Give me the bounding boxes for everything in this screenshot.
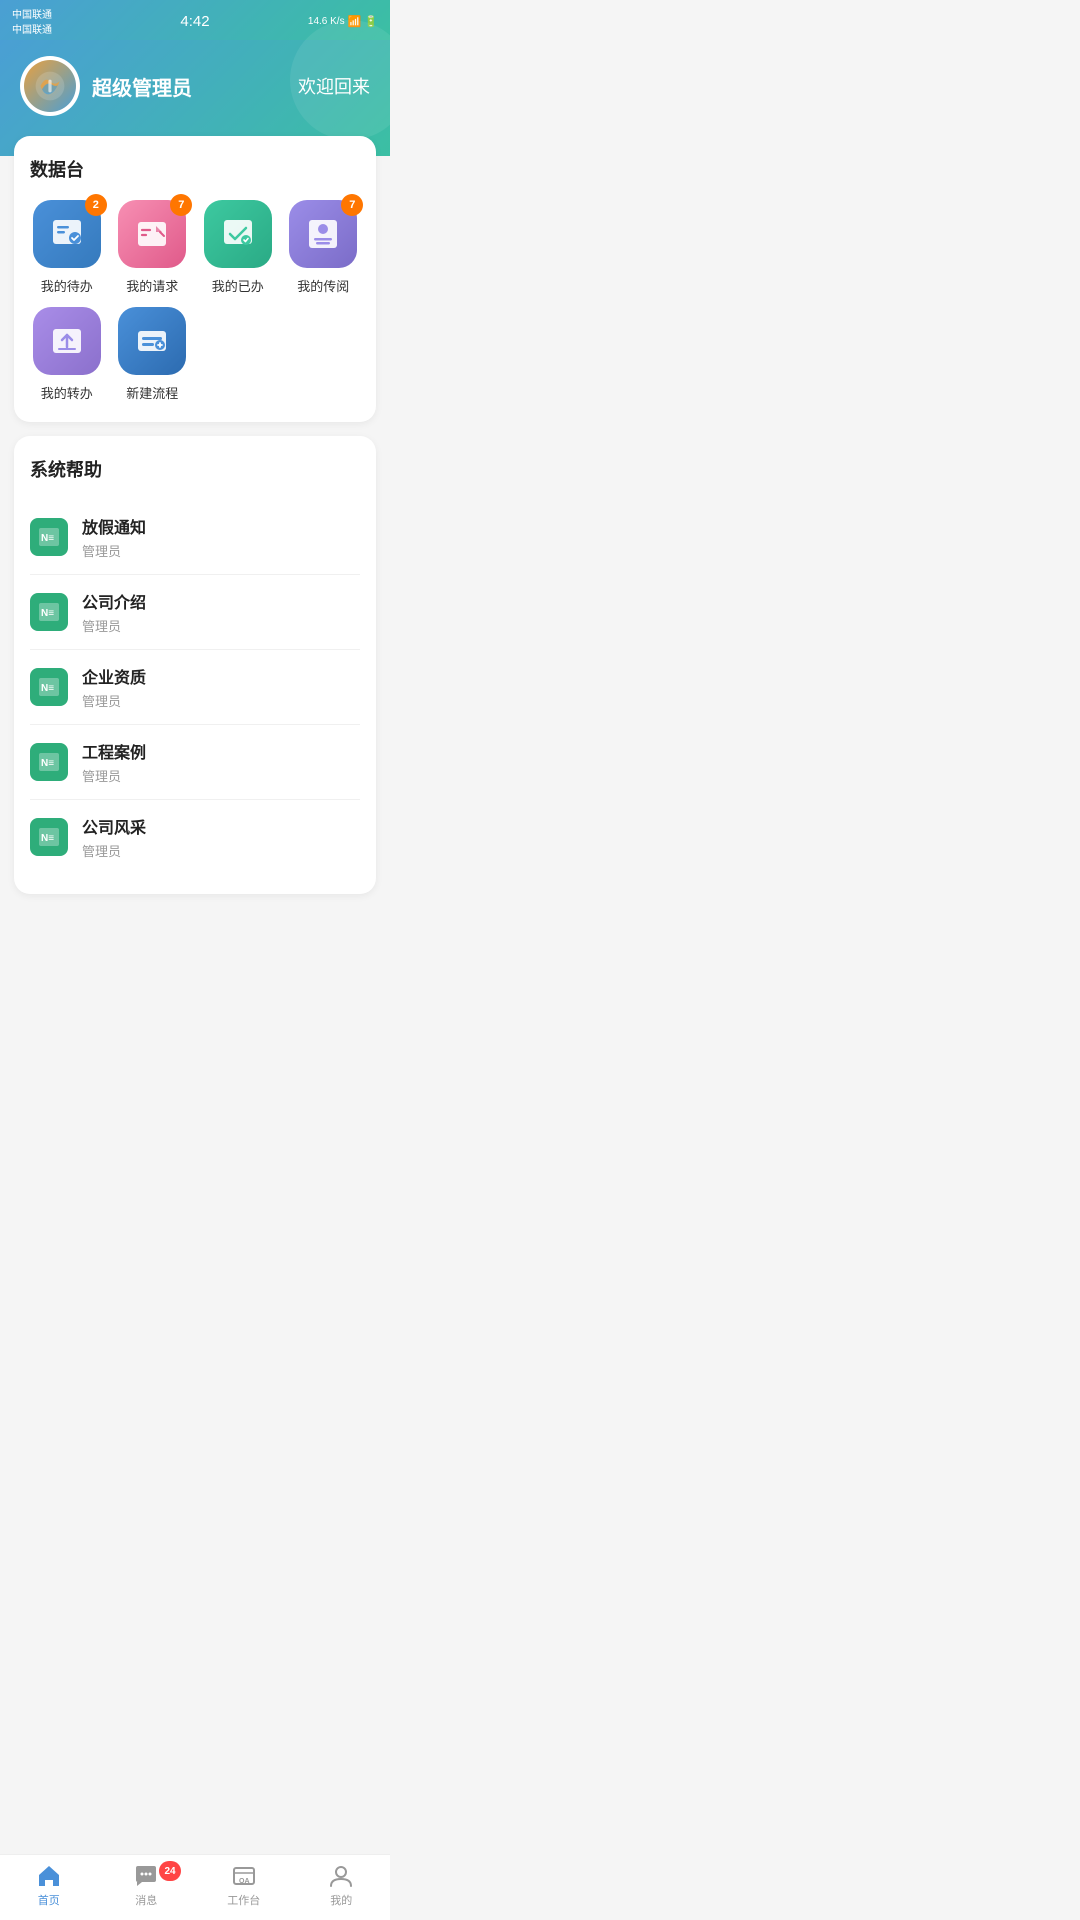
help-icon-culture: N≡ <box>30 818 68 856</box>
pending-icon-box: 2 <box>33 200 101 268</box>
main-content: 数据台 2 我的待办 <box>0 136 390 992</box>
workbench-label: 工作台 <box>227 1892 260 1908</box>
help-section-title: 系统帮助 <box>30 456 360 482</box>
message-icon <box>133 1863 159 1889</box>
nav-message[interactable]: 24 消息 <box>98 1863 196 1908</box>
holiday-sub: 管理员 <box>82 541 146 560</box>
new-flow-item[interactable]: 新建流程 <box>116 307 190 402</box>
project-title: 工程案例 <box>82 739 146 763</box>
circulate-item[interactable]: 7 我的传阅 <box>287 200 361 295</box>
carrier-info: 中国联通 中国联通 <box>12 6 52 36</box>
pending-item[interactable]: 2 我的待办 <box>30 200 104 295</box>
svg-text:N≡: N≡ <box>41 683 54 694</box>
nav-mine[interactable]: 我的 <box>293 1863 391 1908</box>
request-icon-box: 7 <box>118 200 186 268</box>
data-section-title: 数据台 <box>30 156 360 182</box>
help-item-intro[interactable]: N≡ 公司介绍 管理员 <box>30 575 360 650</box>
svg-text:OA: OA <box>239 1878 250 1885</box>
new-flow-icon-box <box>118 307 186 375</box>
circulate-badge: 7 <box>341 194 363 216</box>
circulate-icon-box: 7 <box>289 200 357 268</box>
intro-title: 公司介绍 <box>82 589 146 613</box>
culture-title: 公司风采 <box>82 814 146 838</box>
help-item-project[interactable]: N≡ 工程案例 管理员 <box>30 725 360 800</box>
welcome-text: 欢迎回来 <box>298 73 370 99</box>
svg-text:N≡: N≡ <box>41 833 54 844</box>
request-badge: 7 <box>170 194 192 216</box>
avatar[interactable] <box>20 56 80 116</box>
home-label: 首页 <box>38 1892 60 1908</box>
culture-sub: 管理员 <box>82 841 146 860</box>
nav-home[interactable]: 首页 <box>0 1863 98 1908</box>
done-label: 我的已办 <box>212 276 264 295</box>
svg-text:N≡: N≡ <box>41 608 54 619</box>
data-dashboard-card: 数据台 2 我的待办 <box>14 136 376 422</box>
help-icon-qualify: N≡ <box>30 668 68 706</box>
mine-icon <box>328 1863 354 1889</box>
help-icon-project: N≡ <box>30 743 68 781</box>
svg-text:N≡: N≡ <box>41 533 54 544</box>
transfer-icon-box <box>33 307 101 375</box>
qualify-sub: 管理员 <box>82 691 146 710</box>
help-icon-holiday: N≡ <box>30 518 68 556</box>
help-item-qualify[interactable]: N≡ 企业资质 管理员 <box>30 650 360 725</box>
nav-workbench[interactable]: OA 工作台 <box>195 1863 293 1908</box>
intro-sub: 管理员 <box>82 616 146 635</box>
help-item-culture[interactable]: N≡ 公司风采 管理员 <box>30 800 360 874</box>
help-list: N≡ 放假通知 管理员 N≡ 公司介绍 管理员 <box>30 500 360 874</box>
help-text-qualify: 企业资质 管理员 <box>82 664 146 710</box>
done-icon-box <box>204 200 272 268</box>
workbench-icon: OA <box>231 1863 257 1889</box>
message-badge: 24 <box>159 1861 181 1881</box>
transfer-label: 我的转办 <box>41 383 93 402</box>
qualify-title: 企业资质 <box>82 664 146 688</box>
pending-label: 我的待办 <box>41 276 93 295</box>
help-text-culture: 公司风采 管理员 <box>82 814 146 860</box>
help-card: 系统帮助 N≡ 放假通知 管理员 N≡ <box>14 436 376 894</box>
home-icon <box>36 1863 62 1889</box>
bottom-nav: 首页 24 消息 OA 工作台 <box>0 1854 390 1920</box>
new-flow-label: 新建流程 <box>126 383 178 402</box>
message-label: 消息 <box>135 1892 157 1908</box>
user-info: 超级管理员 <box>20 56 192 116</box>
help-text-project: 工程案例 管理员 <box>82 739 146 785</box>
request-label: 我的请求 <box>126 276 178 295</box>
help-text-intro: 公司介绍 管理员 <box>82 589 146 635</box>
holiday-title: 放假通知 <box>82 514 146 538</box>
username: 超级管理员 <box>92 72 192 101</box>
help-icon-intro: N≡ <box>30 593 68 631</box>
help-item-holiday[interactable]: N≡ 放假通知 管理员 <box>30 500 360 575</box>
transfer-item[interactable]: 我的转办 <box>30 307 104 402</box>
time-display: 4:42 <box>180 13 209 30</box>
data-grid-row2: 我的转办 新建流程 <box>30 307 360 402</box>
data-grid-row1: 2 我的待办 7 <box>30 200 360 295</box>
pending-badge: 2 <box>85 194 107 216</box>
svg-text:N≡: N≡ <box>41 758 54 769</box>
circulate-label: 我的传阅 <box>297 276 349 295</box>
done-item[interactable]: 我的已办 <box>201 200 275 295</box>
project-sub: 管理员 <box>82 766 146 785</box>
request-item[interactable]: 7 我的请求 <box>116 200 190 295</box>
help-text-holiday: 放假通知 管理员 <box>82 514 146 560</box>
mine-label: 我的 <box>330 1892 352 1908</box>
